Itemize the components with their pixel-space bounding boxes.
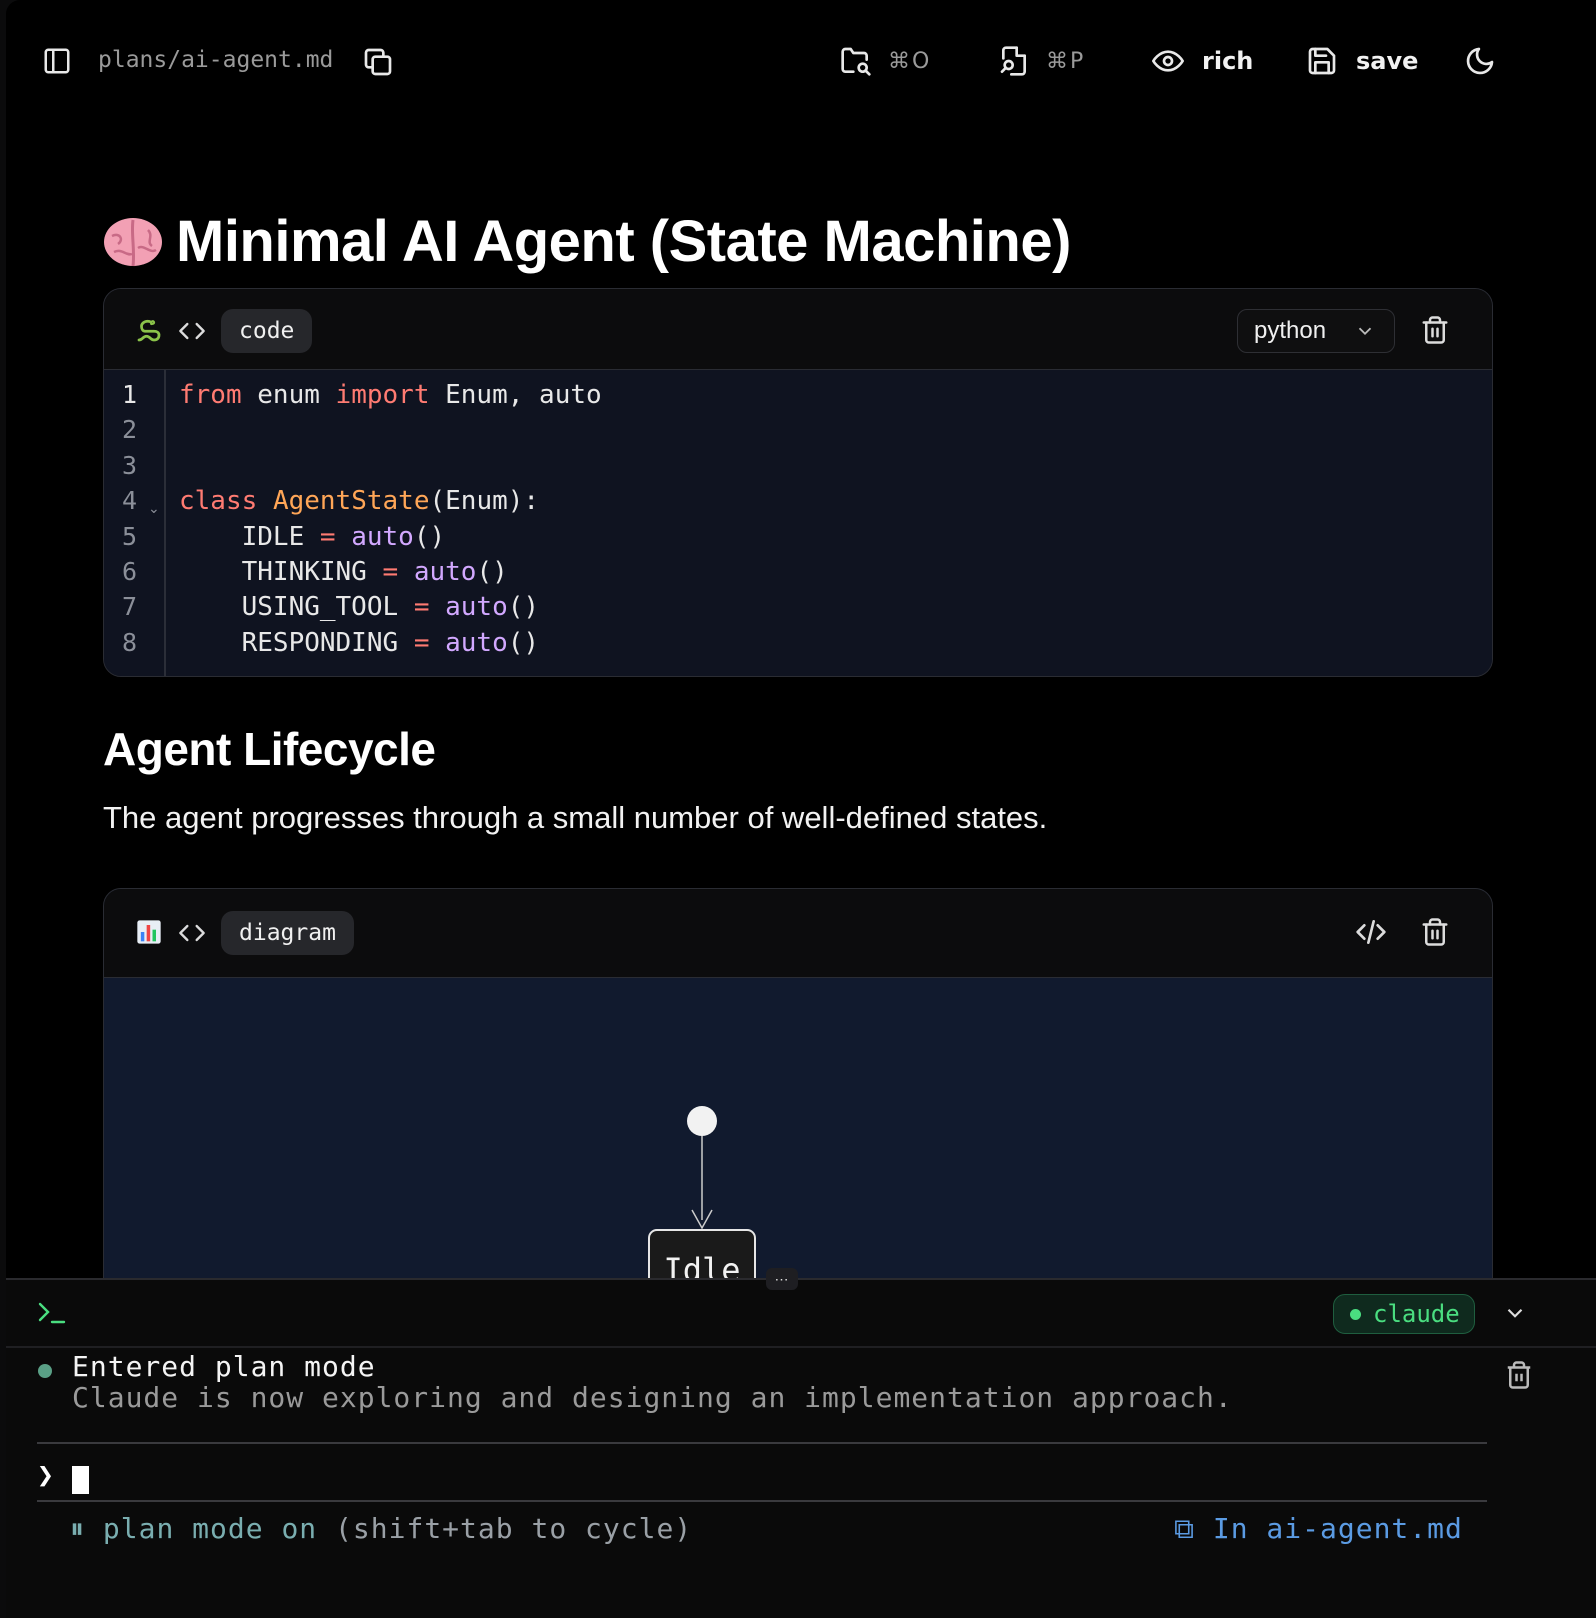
code-line: THINKING = auto()	[179, 557, 508, 587]
language-select-value: python	[1254, 317, 1327, 344]
app-window: plans/ai-agent.md ⌘O ⌘P rich save Minima…	[6, 0, 1596, 1618]
fold-toggle[interactable]: ⌄	[148, 500, 160, 517]
code-slash-icon	[1356, 920, 1386, 944]
code-block-header: code python	[104, 289, 1492, 370]
message-dot	[38, 1364, 52, 1378]
line-number: 1	[122, 380, 138, 409]
context-icon: ⧉	[1174, 1512, 1195, 1545]
document-title-text: Minimal AI Agent (State Machine)	[176, 209, 1071, 274]
pause-icon: ⏸	[70, 1512, 86, 1545]
code-line: from enum import Enum, auto	[179, 380, 602, 410]
delete-block-button[interactable]	[1418, 915, 1452, 949]
trash-icon	[1422, 918, 1448, 946]
code-line: RESPONDING = auto()	[179, 628, 540, 658]
delete-block-button[interactable]	[1418, 313, 1452, 347]
plan-mode-hint: (shift+tab to cycle)	[335, 1512, 693, 1545]
line-number: 2	[122, 415, 138, 444]
code-block: code python 1 2 3 4 ⌄ 5 6 7 8 from enum …	[103, 288, 1493, 677]
message-body: Claude is now exploring and designing an…	[72, 1381, 1233, 1414]
brain-icon	[104, 217, 162, 266]
terminal-prompt-icon	[38, 1302, 66, 1324]
line-number: 6	[122, 557, 138, 586]
divider	[37, 1442, 1487, 1444]
status-dot	[1350, 1308, 1361, 1320]
section-paragraph[interactable]: The agent progresses through a small num…	[103, 800, 1047, 836]
terminal-panel: ⋯ claude Entered plan mode Claude is now…	[6, 1268, 1596, 1618]
line-number: 7	[122, 592, 138, 621]
divider	[37, 1500, 1487, 1502]
code-editor[interactable]: 1 2 3 4 ⌄ 5 6 7 8 from enum import Enum,…	[104, 370, 1492, 676]
context-label: In ai-agent.md	[1212, 1512, 1463, 1545]
line-number: 4	[122, 486, 138, 515]
agent-name: claude	[1373, 1300, 1460, 1328]
line-number: 3	[122, 451, 138, 480]
context-file[interactable]: ⧉ In ai-agent.md	[1174, 1512, 1463, 1546]
code-line: USING_TOOL = auto()	[179, 592, 540, 622]
section-heading[interactable]: Agent Lifecycle	[103, 722, 436, 776]
block-type-chip[interactable]: code	[221, 309, 313, 353]
terminal-header: claude	[6, 1280, 1596, 1348]
code-brackets-icon	[176, 917, 208, 949]
diagram-block-header: diagram	[104, 889, 1492, 978]
code-line: IDLE = auto()	[179, 522, 446, 552]
line-number: 5	[122, 522, 138, 551]
block-type-chip[interactable]: diagram	[221, 911, 354, 955]
language-select[interactable]: python	[1237, 309, 1395, 353]
chevron-down-icon[interactable]	[1502, 1300, 1528, 1326]
trash-icon[interactable]	[1504, 1360, 1534, 1390]
terminal-input[interactable]	[72, 1466, 89, 1494]
trash-icon	[1422, 316, 1448, 344]
message-title: Entered plan mode	[72, 1350, 376, 1383]
snake-icon	[134, 315, 164, 345]
initial-state-dot	[687, 1106, 717, 1136]
plan-mode-label: plan mode on	[102, 1512, 318, 1545]
code-brackets-icon	[176, 315, 208, 347]
chevron-down-icon	[1358, 327, 1372, 336]
code-line: class AgentState(Enum):	[179, 486, 540, 516]
line-number: 8	[122, 628, 138, 657]
plan-mode-status[interactable]: ⏸ plan mode on (shift+tab to cycle)	[70, 1512, 692, 1546]
document-title[interactable]: Minimal AI Agent (State Machine)	[102, 208, 1071, 275]
view-source-button[interactable]	[1354, 915, 1388, 949]
bar-chart-icon	[134, 917, 164, 947]
agent-status-badge[interactable]: claude	[1333, 1294, 1475, 1334]
prompt-symbol: ❯	[37, 1458, 54, 1491]
